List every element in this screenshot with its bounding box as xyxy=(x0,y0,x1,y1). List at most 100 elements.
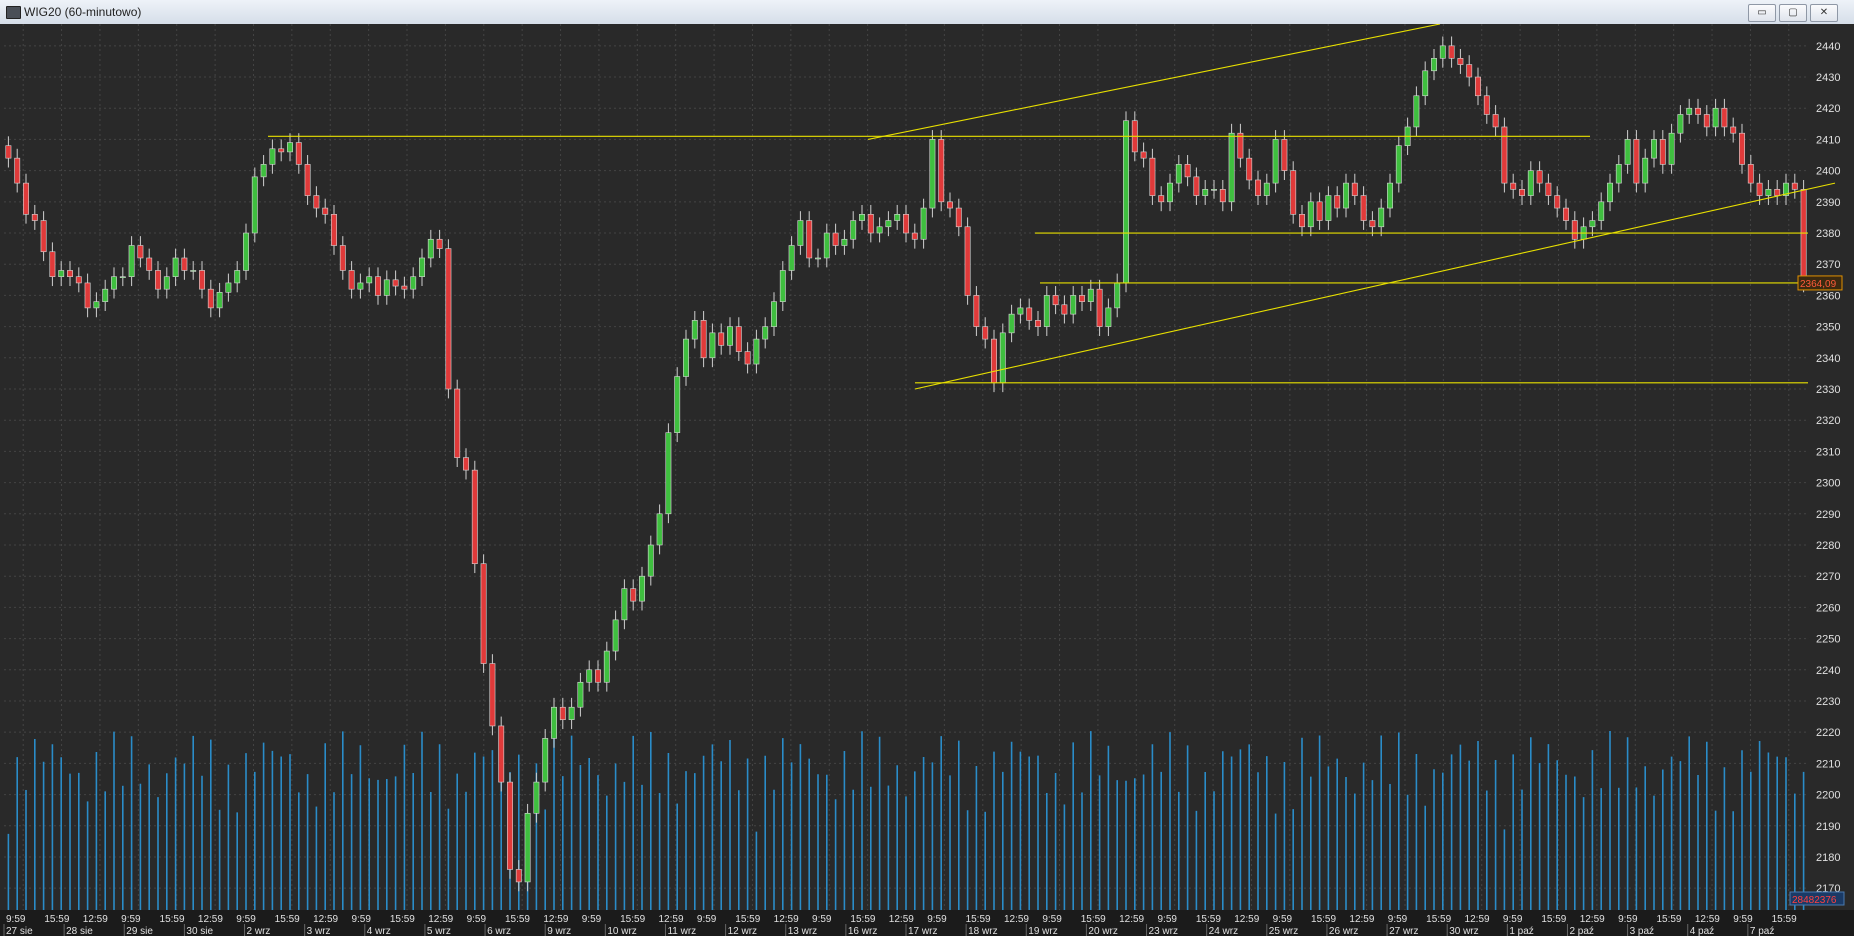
candle-up xyxy=(1343,182,1349,209)
candle-down xyxy=(401,285,408,290)
y-tick-label: 2280 xyxy=(1816,540,1840,552)
y-tick-label: 2430 xyxy=(1816,72,1840,84)
candle-up xyxy=(691,320,698,340)
y-tick-label: 2350 xyxy=(1816,322,1840,334)
candle-down xyxy=(49,251,56,277)
window-title-bar: WIG20 (60-minutowo) ▭ ▢ ✕ xyxy=(0,0,1854,25)
y-tick-label: 2370 xyxy=(1816,259,1840,271)
candle-up xyxy=(788,245,795,271)
y-tick-label: 2440 xyxy=(1816,41,1840,53)
x-date-label: 19 wrz xyxy=(1028,926,1057,936)
candle-down xyxy=(1483,95,1490,115)
candle-down xyxy=(938,139,945,203)
candle-up xyxy=(823,232,830,259)
candle-up xyxy=(1668,132,1675,165)
candle-down xyxy=(1659,139,1666,165)
x-time-label: 15:59 xyxy=(1541,914,1566,925)
x-date-label: 2 paź xyxy=(1569,926,1593,936)
candle-down xyxy=(1756,182,1763,196)
close-button[interactable]: ✕ xyxy=(1810,4,1838,22)
candle-down xyxy=(1316,201,1323,221)
candle-up xyxy=(287,142,293,153)
candle-up xyxy=(1589,220,1596,228)
candle-down xyxy=(436,238,443,249)
candle-down xyxy=(322,207,329,215)
candle-down xyxy=(75,276,82,284)
candle-down xyxy=(1290,170,1297,215)
candle-up xyxy=(1439,45,1446,59)
candle-down xyxy=(1096,288,1103,327)
y-tick-label: 2390 xyxy=(1816,197,1840,209)
candle-up xyxy=(1017,307,1024,315)
candle-down xyxy=(1554,195,1561,209)
x-time-label: 15:59 xyxy=(966,914,991,925)
candle-up xyxy=(251,176,258,234)
candle-down xyxy=(1633,139,1640,184)
maximize-button[interactable]: ▢ xyxy=(1779,4,1807,22)
candle-up xyxy=(929,139,936,209)
candle-down xyxy=(1791,182,1798,190)
candle-up xyxy=(612,619,619,652)
candle-up xyxy=(876,226,883,234)
candle-up xyxy=(551,706,557,739)
x-time-label: 15:59 xyxy=(160,914,185,925)
candle-up xyxy=(1008,313,1015,334)
candle-down xyxy=(1448,45,1455,59)
x-date-label: 13 wrz xyxy=(788,926,817,936)
candle-down xyxy=(498,725,505,783)
x-time-label: 12:59 xyxy=(428,914,453,925)
candle-up xyxy=(1387,182,1393,209)
candle-up xyxy=(1070,295,1077,315)
x-date-label: 4 paź xyxy=(1690,926,1714,936)
y-tick-label: 2270 xyxy=(1816,571,1840,583)
candle-up xyxy=(779,270,786,302)
x-time-label: 12:59 xyxy=(659,914,684,925)
y-tick-label: 2290 xyxy=(1816,509,1840,521)
candle-down xyxy=(867,214,874,234)
price-chart[interactable]: 2170218021902200221022202230224022502260… xyxy=(0,24,1854,936)
candle-up xyxy=(1395,145,1402,184)
candle-down xyxy=(1466,64,1473,78)
candle-down xyxy=(964,226,971,296)
candle-up xyxy=(225,282,232,293)
candle-down xyxy=(973,295,980,327)
candle-down xyxy=(507,781,513,870)
window-title: WIG20 (60-minutowo) xyxy=(24,5,142,19)
candle-down xyxy=(304,164,311,196)
candle-down xyxy=(1052,295,1059,306)
candle-down xyxy=(991,338,997,384)
candle-up xyxy=(366,276,373,284)
x-date-label: 24 wrz xyxy=(1209,926,1238,936)
candle-up xyxy=(190,270,197,272)
candle-down xyxy=(155,270,161,290)
candle-up xyxy=(815,257,821,260)
candle-down xyxy=(1571,220,1578,240)
x-date-label: 18 wrz xyxy=(968,926,997,936)
candle-down xyxy=(1492,114,1499,128)
x-date-label: 30 sie xyxy=(186,926,213,936)
x-time-label: 15:59 xyxy=(275,914,300,925)
candle-up xyxy=(1202,189,1209,196)
x-time-label: 12:59 xyxy=(198,914,223,925)
y-tick-label: 2230 xyxy=(1816,696,1840,708)
candle-down xyxy=(1035,320,1041,327)
minimize-button[interactable]: ▭ xyxy=(1748,4,1776,22)
candle-down xyxy=(207,288,214,309)
x-time-label: 15:59 xyxy=(620,914,645,925)
candle-up xyxy=(797,220,804,246)
candle-down xyxy=(700,320,707,359)
candle-down xyxy=(1026,307,1033,321)
candle-down xyxy=(146,257,153,271)
y-tick-label: 2220 xyxy=(1816,727,1840,739)
candle-up xyxy=(1677,114,1684,134)
candle-up xyxy=(128,245,135,277)
candle-down xyxy=(1730,126,1737,134)
x-time-label: 9:59 xyxy=(1618,914,1638,925)
x-time-label: 9:59 xyxy=(697,914,717,925)
candle-down xyxy=(339,245,346,271)
candle-up xyxy=(383,279,390,296)
x-date-label: 11 wrz xyxy=(667,926,696,936)
y-tick-label: 2410 xyxy=(1816,134,1840,146)
candle-down xyxy=(1739,132,1745,165)
y-tick-label: 2420 xyxy=(1816,103,1840,115)
